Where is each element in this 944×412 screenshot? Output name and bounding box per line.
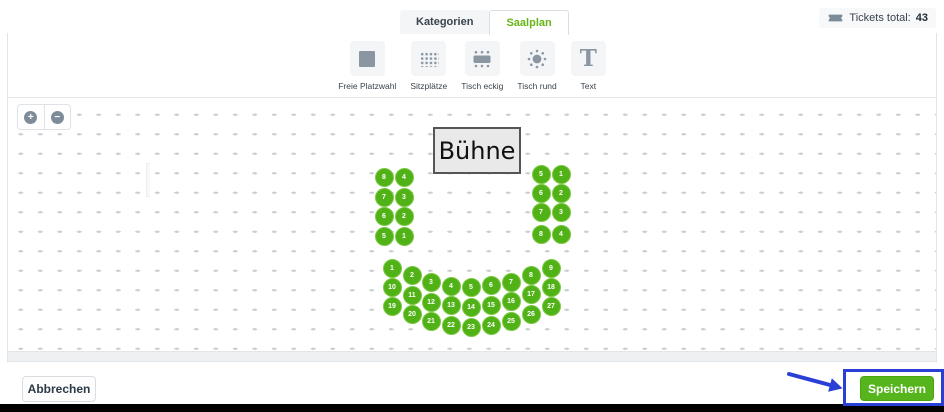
save-button[interactable]: Speichern [860,376,934,401]
seat-27[interactable]: 27 [542,297,561,316]
seat-1[interactable]: 1 [383,259,402,278]
seat-26[interactable]: 26 [522,305,541,324]
toolbar: Freie Platzwahl Sitzplätze Tisch eckig [8,33,936,97]
tool-label: Freie Platzwahl [338,81,396,91]
zoom-controls: + − [17,104,71,130]
seat-20[interactable]: 20 [403,305,422,324]
seat-10[interactable]: 10 [383,278,402,297]
seat-2[interactable]: 2 [395,207,414,226]
seat-9[interactable]: 9 [542,259,561,278]
seat-6[interactable]: 6 [482,276,501,295]
seat-1[interactable]: 1 [395,227,414,246]
seat-6[interactable]: 6 [532,184,551,203]
seat-4[interactable]: 4 [442,277,461,296]
tickets-total-label: Tickets total: [849,12,910,24]
seat-8[interactable]: 8 [522,266,541,285]
seat-17[interactable]: 17 [522,285,541,304]
tool-box [411,41,446,76]
tool-label: Text [580,81,596,91]
rect-table-icon [471,50,493,68]
zoom-out-button[interactable]: − [44,105,71,129]
minus-icon: − [51,111,64,124]
seat-24[interactable]: 24 [482,316,501,335]
tool-box [465,41,500,76]
seat-3[interactable]: 3 [395,188,414,207]
ticket-icon [827,12,844,24]
tool-label: Sitzplätze [410,81,447,91]
tab-saalplan[interactable]: Saalplan [489,10,568,35]
seat-5[interactable]: 5 [462,278,481,297]
stage-box[interactable]: Bühne [433,127,521,174]
seat-15[interactable]: 15 [482,296,501,315]
tool-box [520,41,555,76]
seat-7[interactable]: 7 [375,188,394,207]
tickets-total-badge: Tickets total: 43 [819,8,936,28]
seat-14[interactable]: 14 [462,298,481,317]
seat-8[interactable]: 8 [532,225,551,244]
seat-4[interactable]: 4 [395,168,414,187]
seat-21[interactable]: 21 [422,312,441,331]
seat-18[interactable]: 18 [542,278,561,297]
seat-23[interactable]: 23 [462,318,481,337]
seat-1[interactable]: 1 [552,165,571,184]
seat-3[interactable]: 3 [422,273,441,292]
tool-sitzplaetze[interactable]: Sitzplätze [410,41,447,91]
seat-8[interactable]: 8 [375,168,394,187]
tool-label: Tisch rund [517,81,556,91]
tool-box [350,41,385,76]
seat-3[interactable]: 3 [552,203,571,222]
seat-22[interactable]: 22 [442,316,461,335]
seat-12[interactable]: 12 [422,293,441,312]
tool-tisch-rund[interactable]: Tisch rund [517,41,556,91]
tab-kategorien[interactable]: Kategorien [400,10,489,34]
text-icon: T [580,47,597,70]
seat-5[interactable]: 5 [375,227,394,246]
tickets-total-value: 43 [916,12,928,24]
seat-2[interactable]: 2 [403,266,422,285]
tool-box: T [571,41,606,76]
seat-4[interactable]: 4 [552,225,571,244]
seat-16[interactable]: 16 [502,292,521,311]
tool-freie-platzwahl[interactable]: Freie Platzwahl [338,41,396,91]
seat-7[interactable]: 7 [502,273,521,292]
bottom-bar [0,404,944,412]
tool-tisch-eckig[interactable]: Tisch eckig [461,41,503,91]
tool-text[interactable]: T Text [571,41,606,91]
tab-bar: Kategorien Saalplan [400,10,569,34]
zoom-in-button[interactable]: + [18,105,44,129]
round-table-icon [527,49,547,69]
plus-icon: + [24,111,37,124]
horizontal-scrollbar[interactable] [8,351,936,361]
seatmap-canvas[interactable]: + − Bühne 847362515162738412345678910111… [8,97,936,351]
seat-5[interactable]: 5 [532,165,551,184]
seat-7[interactable]: 7 [532,203,551,222]
seat-11[interactable]: 11 [403,286,422,305]
saalplan-editor: Kategorien Saalplan Tickets total: 43 Fr… [0,0,944,412]
tool-label: Tisch eckig [461,81,503,91]
seat-6[interactable]: 6 [375,207,394,226]
selection-mark [146,163,150,197]
seat-19[interactable]: 19 [383,297,402,316]
cancel-button[interactable]: Abbrechen [22,376,96,402]
seat-13[interactable]: 13 [442,296,461,315]
annotation-arrow-icon [778,363,850,397]
seat-2[interactable]: 2 [552,184,571,203]
seat-grid-icon [419,51,439,67]
seat-25[interactable]: 25 [502,312,521,331]
square-icon [359,51,375,67]
